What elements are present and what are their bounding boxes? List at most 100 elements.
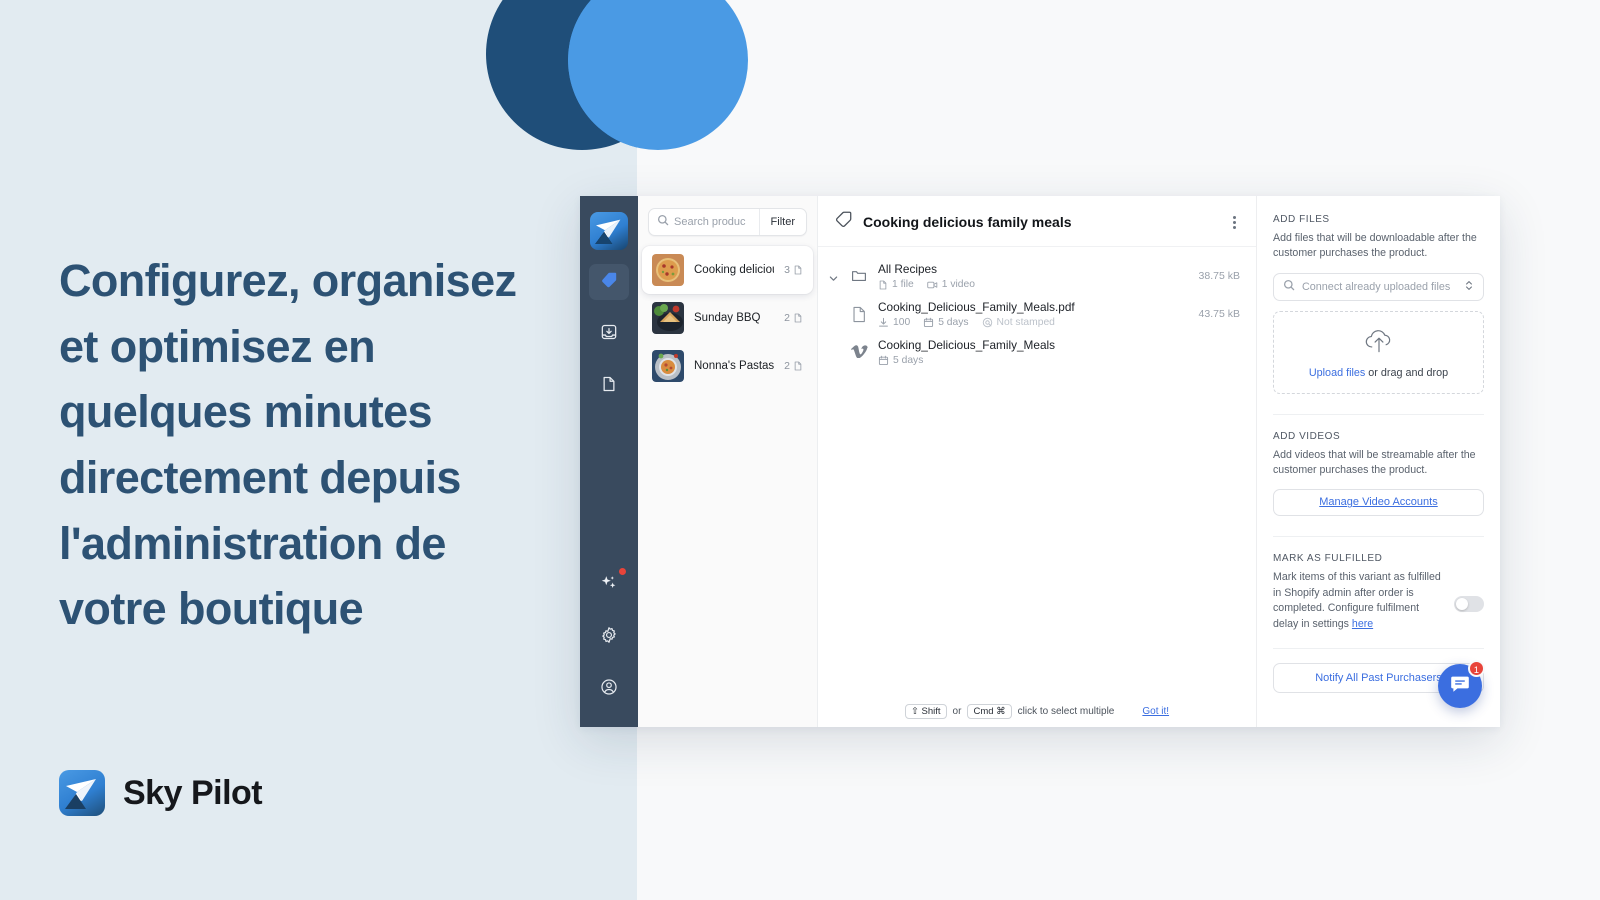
main-content-panel: Cooking delicious family meals All Recip… bbox=[818, 196, 1256, 727]
sparkles-icon bbox=[599, 573, 619, 598]
properties-panel: ADD FILES Add files that will be downloa… bbox=[1256, 196, 1500, 727]
file-size: 38.75 kB bbox=[1198, 270, 1240, 282]
file-meta: 1 file 1 video bbox=[878, 279, 1191, 290]
file-name: All Recipes bbox=[878, 262, 938, 276]
file-name: Cooking_Delicious_Family_Meals bbox=[878, 338, 1056, 352]
product-title: Nonna's Pastas bbox=[694, 360, 775, 372]
file-meta: 100 5 days Not stamped bbox=[878, 317, 1191, 328]
product-title: Sunday BBQ bbox=[694, 312, 761, 324]
kebab-menu-icon[interactable] bbox=[1229, 212, 1240, 233]
video-icon bbox=[927, 281, 938, 288]
gear-icon bbox=[600, 626, 618, 649]
hint-conjunction: or bbox=[952, 706, 962, 717]
sidebar-item-inbox[interactable] bbox=[589, 316, 629, 352]
product-list-item[interactable]: Cooking delicious f... 3 bbox=[642, 246, 813, 294]
file-icon bbox=[794, 361, 802, 371]
row-indent-spacer bbox=[828, 300, 840, 309]
mark-fulfilled-row: Mark items of this variant as fulfilled … bbox=[1273, 570, 1484, 631]
sidebar-item-settings[interactable] bbox=[589, 619, 629, 655]
sidebar-item-products[interactable] bbox=[589, 264, 629, 300]
search-input[interactable] bbox=[674, 216, 759, 228]
add-videos-description: Add videos that will be streamable after… bbox=[1273, 448, 1476, 477]
mark-fulfilled-toggle[interactable] bbox=[1454, 596, 1484, 613]
manage-video-accounts-button[interactable]: Manage Video Accounts bbox=[1273, 489, 1484, 517]
mark-fulfilled-title: MARK AS FULFILLED bbox=[1273, 553, 1383, 565]
product-thumbnail bbox=[652, 350, 684, 382]
file-row[interactable]: All Recipes 1 file 1 video 38.75 kB bbox=[818, 257, 1256, 295]
search-icon bbox=[1283, 279, 1295, 294]
dropzone-rest: or drag and drop bbox=[1365, 366, 1449, 379]
chevron-down-icon[interactable] bbox=[828, 262, 840, 289]
product-search-bar[interactable]: Filter bbox=[648, 208, 807, 236]
add-files-title: ADD FILES bbox=[1273, 214, 1330, 225]
meta-downloads: 100 bbox=[878, 317, 910, 328]
file-dropzone[interactable]: Upload files or drag and drop bbox=[1273, 310, 1484, 394]
page-title: Configurez, organisez et optimisez en qu… bbox=[59, 255, 517, 635]
file-icon bbox=[848, 300, 870, 323]
file-row[interactable]: Cooking_Delicious_Family_Meals.pdf 100 5… bbox=[818, 295, 1256, 333]
upload-files-link[interactable]: Upload files bbox=[1309, 367, 1365, 379]
product-list-item[interactable]: Nonna's Pastas 2 bbox=[642, 342, 813, 390]
add-files-description: Add files that will be downloadable afte… bbox=[1273, 232, 1477, 260]
filter-button[interactable]: Filter bbox=[758, 209, 806, 235]
meta-age: 5 days bbox=[878, 355, 923, 366]
divider bbox=[1273, 413, 1484, 415]
inbox-download-icon bbox=[600, 323, 618, 346]
shift-key-hint: ⇧ Shift bbox=[904, 704, 947, 719]
file-row[interactable]: Cooking_Delicious_Family_Meals 5 days bbox=[818, 333, 1256, 371]
file-size: 43.75 kB bbox=[1198, 308, 1240, 320]
file-rows: All Recipes 1 file 1 video 38.75 kB Cook… bbox=[818, 247, 1256, 371]
brand-lockup: Sky Pilot bbox=[59, 770, 263, 816]
divider bbox=[1273, 536, 1484, 538]
marketing-panel: Configurez, organisez et optimisez en qu… bbox=[0, 0, 637, 900]
sidebar-item-whats-new[interactable] bbox=[589, 567, 629, 603]
search-input-wrap[interactable] bbox=[649, 209, 759, 235]
chevron-updown-icon bbox=[1464, 279, 1474, 295]
meta-stamp-status: Not stamped bbox=[982, 317, 1055, 328]
sidebar-item-account[interactable] bbox=[589, 671, 629, 707]
calendar-icon bbox=[878, 355, 889, 366]
connect-files-select[interactable]: Connect already uploaded files bbox=[1273, 272, 1484, 301]
stamp-icon bbox=[982, 317, 992, 328]
brand-name: Sky Pilot bbox=[123, 773, 263, 812]
folder-icon bbox=[848, 262, 870, 284]
app-nav-rail bbox=[580, 196, 638, 727]
file-icon bbox=[879, 280, 887, 289]
sidebar-item-files[interactable] bbox=[589, 368, 629, 404]
file-name: Cooking_Delicious_Family_Meals.pdf bbox=[878, 300, 1075, 314]
sky-pilot-logo-icon bbox=[59, 770, 105, 816]
row-indent-spacer bbox=[828, 338, 840, 347]
file-icon bbox=[794, 265, 802, 275]
connect-files-placeholder: Connect already uploaded files bbox=[1302, 280, 1451, 293]
product-thumbnail bbox=[652, 302, 684, 334]
add-videos-title: ADD VIDEOS bbox=[1273, 430, 1341, 442]
product-thumbnail bbox=[652, 254, 684, 286]
tag-icon bbox=[834, 210, 853, 234]
file-row-body: Cooking_Delicious_Family_Meals.pdf 100 5… bbox=[878, 300, 1191, 328]
product-list-item[interactable]: Sunday BBQ 2 bbox=[642, 294, 813, 342]
file-meta: 5 days bbox=[878, 355, 1232, 366]
settings-here-link[interactable]: here bbox=[1352, 618, 1373, 630]
file-row-body: Cooking_Delicious_Family_Meals 5 days bbox=[878, 338, 1232, 366]
file-row-body: All Recipes 1 file 1 video bbox=[878, 262, 1191, 290]
paper-plane-icon[interactable] bbox=[590, 212, 628, 250]
notification-badge bbox=[618, 567, 627, 576]
meta-file-count: 1 file bbox=[878, 279, 914, 290]
app-window: Filter Cooking delicious f... 3 bbox=[580, 196, 1500, 727]
cloud-upload-icon bbox=[1363, 329, 1395, 358]
cmd-key-hint: Cmd ⌘ bbox=[967, 704, 1012, 719]
page-file-icon bbox=[600, 375, 618, 398]
got-it-button[interactable]: Got it! bbox=[1142, 706, 1169, 717]
mark-fulfilled-description: Mark items of this variant as fulfilled … bbox=[1273, 570, 1444, 631]
product-file-count: 2 bbox=[784, 360, 803, 372]
chat-widget-button[interactable]: 1 bbox=[1438, 660, 1485, 708]
chat-bubble-icon bbox=[1449, 673, 1471, 700]
hint-text: click to select multiple bbox=[1017, 706, 1115, 717]
product-title: Cooking delicious f... bbox=[694, 264, 774, 276]
chat-unread-badge: 1 bbox=[1467, 660, 1485, 677]
main-title: Cooking delicious family meals bbox=[863, 214, 1072, 230]
file-icon bbox=[794, 313, 802, 323]
multiselect-hint: ⇧ Shift or Cmd ⌘ click to select multipl… bbox=[818, 704, 1256, 719]
meta-age: 5 days bbox=[923, 317, 969, 328]
main-header: Cooking delicious family meals bbox=[818, 196, 1256, 247]
